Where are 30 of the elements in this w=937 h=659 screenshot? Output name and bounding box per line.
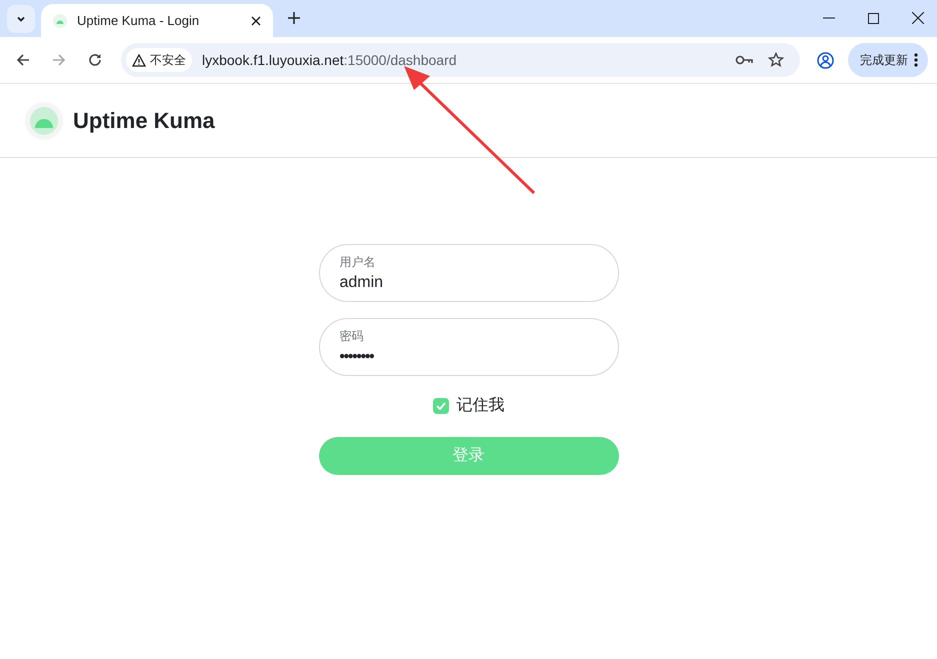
remember-label: 记住我	[456, 396, 504, 416]
new-tab-icon[interactable]	[288, 12, 300, 24]
remember-checkbox[interactable]	[432, 398, 448, 414]
username-field[interactable]: 用户名 admin	[318, 244, 618, 302]
reload-icon[interactable]	[88, 53, 102, 67]
password-value: ••••••••	[340, 347, 374, 367]
more-icon	[914, 53, 918, 67]
close-icon[interactable]	[251, 16, 261, 26]
update-button[interactable]: 完成更新	[848, 43, 928, 77]
browser-tab[interactable]: Uptime Kuma - Login	[41, 4, 273, 37]
tab-title: Uptime Kuma - Login	[77, 12, 200, 30]
security-label: 不安全	[150, 52, 186, 69]
close-window-icon[interactable]	[912, 12, 924, 24]
password-field[interactable]: 密码 ••••••••	[318, 318, 618, 376]
logo-icon	[53, 14, 67, 28]
username-value: admin	[340, 273, 384, 293]
username-label: 用户名	[340, 254, 376, 270]
brand-title: Uptime Kuma	[73, 107, 215, 135]
star-icon[interactable]	[768, 52, 784, 68]
profile-icon[interactable]	[817, 52, 834, 68]
maximize-icon[interactable]	[868, 12, 879, 24]
address-bar[interactable]: 不安全 lyxbook.f1.luyouxia.net:15000/dashboard	[121, 43, 800, 77]
check-icon	[436, 402, 446, 410]
key-icon[interactable]	[735, 55, 753, 65]
url-text: lyxbook.f1.luyouxia.net:15000/dashboard	[202, 50, 457, 70]
back-icon[interactable]	[16, 53, 30, 67]
warning-icon	[132, 54, 146, 66]
logo-icon	[25, 102, 63, 140]
password-label: 密码	[340, 328, 364, 344]
security-chip[interactable]: 不安全	[126, 48, 192, 72]
